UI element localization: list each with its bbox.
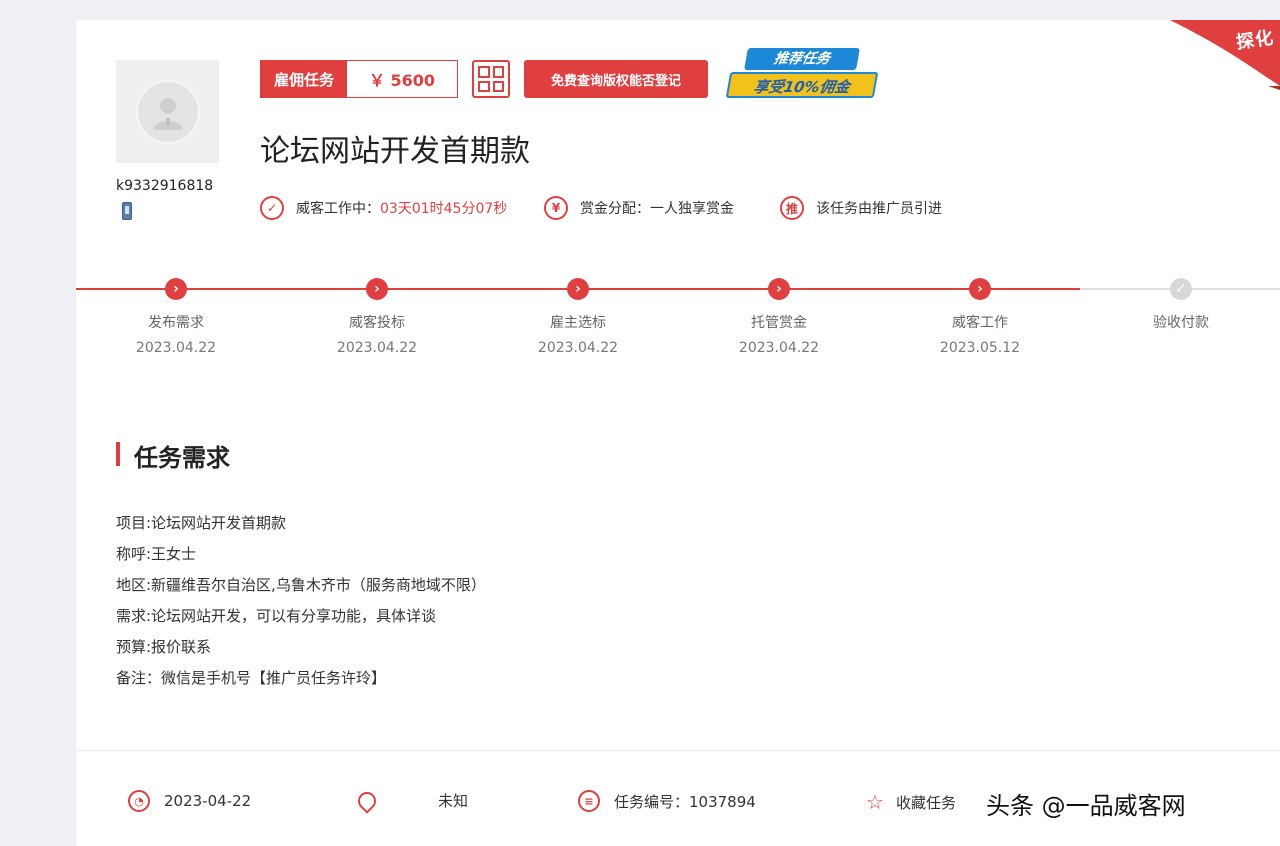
task-number: 任务编号：1037894 <box>614 792 756 811</box>
promo-banner[interactable]: 推荐任务 享受10%佣金 <box>725 46 879 100</box>
list-item: 称呼:王女士 <box>116 545 197 563</box>
step-bidding: › 威客投标 2023.04.22 <box>317 278 437 356</box>
step-selection: › 雇主选标 2023.04.22 <box>518 278 638 356</box>
promo-line2: 享受10%佣金 <box>725 72 879 98</box>
check-copyright-button[interactable]: 免费查询版权能否登记 <box>524 60 708 98</box>
yen-icon: ¥ <box>544 196 568 220</box>
step-acceptance: ✓ 验收付款 <box>1121 278 1241 340</box>
chevron-right-icon: › <box>768 278 790 300</box>
working-countdown: 03天01时45分07秒 <box>380 201 508 217</box>
working-status: ✓ 威客工作中： 03天01时45分07秒 <box>260 196 507 220</box>
step-escrow: › 托管赏金 2023.04.22 <box>719 278 839 356</box>
star-icon: ☆ <box>866 790 884 814</box>
chevron-right-icon: › <box>366 278 388 300</box>
location-pin-icon <box>354 787 380 814</box>
reward-label: 赏金分配： <box>580 201 650 217</box>
step-publish: › 发布需求 2023.04.22 <box>116 278 236 356</box>
promo-line1: 推荐任务 <box>744 48 860 70</box>
publish-date: 2023-04-22 <box>164 792 252 810</box>
favorite-label: 收藏任务 <box>895 793 956 812</box>
task-type-badge: 雇佣任务 ￥ 5600 <box>260 60 458 98</box>
check-circle-icon: ✓ <box>260 196 284 220</box>
working-label: 威客工作中： <box>296 201 380 217</box>
section-title: 任务需求 <box>134 444 230 472</box>
clock-icon: ◔ <box>128 790 150 812</box>
requirements-list: 项目:论坛网站开发首期款 称呼:王女士 地区:新疆维吾尔自治区,乌鲁木齐市（服务… <box>116 508 486 694</box>
avatar[interactable] <box>116 60 219 163</box>
section-accent-bar <box>116 442 120 466</box>
corner-ribbon: 探化 <box>1160 20 1280 90</box>
promoter-icon: 推 <box>780 196 804 220</box>
chevron-right-icon: › <box>165 278 187 300</box>
task-detail-card: 探化 k9332916818 雇佣任务 ￥ 5600 免费查询版权能否登记 推荐… <box>76 20 1280 846</box>
list-icon: ≡ <box>578 790 600 812</box>
reward-value: 一人独享赏金 <box>650 201 734 217</box>
footer-location: 未知 <box>354 787 469 814</box>
chevron-right-icon: › <box>969 278 991 300</box>
favorite-task-button[interactable]: ☆ 收藏任务 <box>866 790 956 814</box>
watermark: 头条 @一品威客网 <box>986 792 1186 820</box>
chevron-right-icon: › <box>567 278 589 300</box>
list-item: 预算:报价联系 <box>116 638 212 656</box>
list-item: 地区:新疆维吾尔自治区,乌鲁木齐市（服务商地域不限） <box>116 576 486 594</box>
footer-divider <box>76 750 1280 751</box>
footer-date: ◔ 2023-04-22 <box>128 790 251 812</box>
task-type-label: 雇佣任务 <box>261 61 347 97</box>
username[interactable]: k9332916818 <box>116 178 213 194</box>
list-item: 项目:论坛网站开发首期款 <box>116 514 287 532</box>
footer-task-number: ≡ 任务编号：1037894 <box>578 790 756 812</box>
reward-distribution: ¥ 赏金分配： 一人独享赏金 <box>544 196 734 220</box>
ribbon-label: 探化 <box>1234 27 1276 54</box>
phone-verified-icon <box>122 202 132 220</box>
location-value: 未知 <box>438 792 469 810</box>
promoter-info: 推 该任务由推广员引进 <box>780 196 942 220</box>
promoter-text: 该任务由推广员引进 <box>816 201 942 217</box>
list-item: 备注：微信是手机号【推广员任务许玲】 <box>116 669 387 687</box>
task-price: ￥ 5600 <box>368 71 436 90</box>
check-icon: ✓ <box>1170 278 1192 300</box>
list-item: 需求:论坛网站开发，可以有分享功能，具体详谈 <box>116 607 437 625</box>
user-avatar-icon <box>135 79 200 144</box>
page-title: 论坛网站开发首期款 <box>260 134 530 169</box>
qr-code-icon[interactable] <box>472 60 510 98</box>
step-working: › 威客工作 2023.05.12 <box>920 278 1040 356</box>
